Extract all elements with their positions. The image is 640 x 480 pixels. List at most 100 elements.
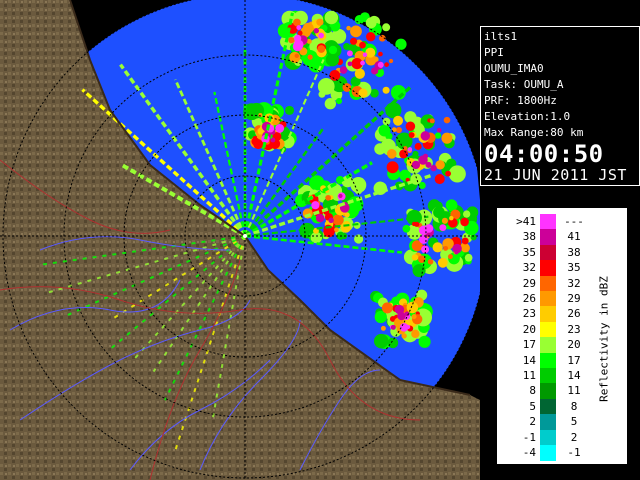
- echo-cell: [439, 224, 447, 232]
- legend-color-swatch: [540, 398, 556, 415]
- echo-cell: [366, 31, 376, 42]
- echo-cell: [346, 25, 351, 31]
- legend-color-swatch: [540, 352, 556, 369]
- echo-cell: [381, 302, 393, 314]
- legend-color-swatch: [540, 214, 556, 230]
- legend-upper-bound: ---: [564, 215, 584, 228]
- echo-cell: [258, 113, 263, 118]
- echo-cell: [294, 34, 302, 43]
- echo-cell: [411, 314, 417, 320]
- legend-lower-bound: 2: [529, 415, 536, 429]
- echo-cell: [328, 217, 334, 224]
- echo-cell: [311, 201, 320, 210]
- echo-cell: [340, 222, 351, 233]
- echo-cell: [346, 50, 353, 57]
- echo-cell: [329, 70, 341, 81]
- echo-cell: [380, 325, 386, 331]
- echo-cell: [302, 22, 314, 34]
- echo-cell: [461, 237, 469, 245]
- legend-upper-bound: 17: [567, 353, 581, 367]
- echo-cell: [427, 259, 434, 265]
- legend-upper-bound: 5: [570, 415, 578, 429]
- echo-cell: [411, 329, 420, 339]
- echo-cell: [288, 36, 295, 44]
- echo-cell: [432, 242, 443, 253]
- legend-color-swatch: [540, 260, 556, 277]
- echo-cell: [334, 227, 339, 233]
- legend-color-swatch: [540, 337, 556, 354]
- echo-cell: [318, 32, 324, 39]
- echo-cell: [441, 217, 448, 224]
- legend-color-swatch: [540, 291, 556, 307]
- echo-cell: [405, 324, 411, 330]
- legend-color-swatch: [540, 429, 556, 446]
- radar-site-marker: [243, 234, 247, 238]
- echo-cell: [436, 127, 442, 133]
- echo-cell: [316, 18, 324, 26]
- legend-lower-bound: 14: [522, 353, 536, 367]
- legend-upper-bound: 8: [570, 399, 578, 413]
- legend-lower-bound: 17: [522, 338, 536, 352]
- legend-color-swatch: [540, 321, 556, 338]
- echo-cell: [420, 131, 431, 141]
- echo-cell: [460, 217, 469, 227]
- radar-ppi-display[interactable]: [0, 0, 480, 480]
- echo-cell: [418, 225, 429, 236]
- scan-info-panel: ilts1 PPI OUMU_IMA0 Task: OUMU_A PRF: 18…: [480, 26, 640, 186]
- legend-upper-bound: 2: [570, 430, 578, 444]
- echo-cell: [454, 250, 459, 255]
- echo-cell: [275, 123, 285, 133]
- echo-cell: [388, 58, 394, 64]
- legend-lower-bound: 5: [529, 399, 536, 413]
- echo-cell: [448, 165, 466, 183]
- legend-color-swatch: [540, 383, 556, 400]
- max-range-value: Max Range:80 km: [484, 126, 584, 139]
- echo-cell: [325, 53, 340, 67]
- echo-cell: [399, 149, 409, 159]
- legend-upper-bound: 14: [567, 369, 581, 382]
- echo-cell: [437, 257, 448, 268]
- legend-color-swatch: [540, 306, 556, 323]
- echo-cell: [464, 253, 473, 262]
- legend-upper-bound: 29: [567, 292, 581, 305]
- echo-cell: [382, 117, 391, 126]
- echo-cell: [411, 160, 421, 170]
- echo-cell: [402, 224, 411, 233]
- echo-cell: [387, 337, 399, 349]
- echo-cell: [390, 84, 406, 100]
- legend-color-swatch: [540, 445, 556, 461]
- echo-cell: [411, 254, 419, 261]
- echo-cell: [365, 47, 376, 58]
- echo-cell: [414, 142, 422, 150]
- echo-cell: [394, 304, 405, 315]
- echo-cell: [359, 41, 366, 49]
- reflectivity-legend: >41 --- 38 41 35 38 32 35 29 32 26 29 23 26 20 23 17 20 14…: [497, 208, 627, 464]
- scan-time: 04:00:50: [484, 140, 604, 168]
- echo-cell: [360, 60, 365, 66]
- echo-cell: [350, 37, 358, 45]
- echo-cell: [407, 147, 413, 152]
- echo-cell: [344, 212, 350, 218]
- legend-lower-bound: 38: [522, 230, 536, 244]
- echo-cell: [384, 62, 389, 67]
- legend-lower-bound: 29: [522, 276, 536, 290]
- echo-cell: [382, 86, 390, 94]
- prf-value: PRF: 1800Hz: [484, 94, 557, 107]
- legend-upper-bound: -1: [567, 446, 581, 459]
- legend-lower-bound: 11: [522, 369, 536, 382]
- legend-upper-bound: 32: [567, 276, 581, 290]
- echo-cell: [393, 115, 404, 126]
- echo-cell: [412, 150, 419, 158]
- scan-date: 21 JUN 2011 JST: [484, 166, 627, 184]
- legend-upper-bound: 35: [567, 261, 581, 275]
- echo-cell: [317, 45, 326, 53]
- echo-cell: [362, 52, 368, 58]
- echo-cell: [443, 245, 449, 251]
- legend-upper-bound: 20: [567, 338, 581, 352]
- echo-cell: [350, 25, 362, 38]
- legend-upper-bound: 11: [567, 384, 581, 398]
- legend-color-swatch: [540, 244, 556, 261]
- legend-lower-bound: 23: [522, 307, 536, 321]
- legend-color-swatch: [540, 368, 556, 384]
- legend-upper-bound: 26: [567, 307, 581, 321]
